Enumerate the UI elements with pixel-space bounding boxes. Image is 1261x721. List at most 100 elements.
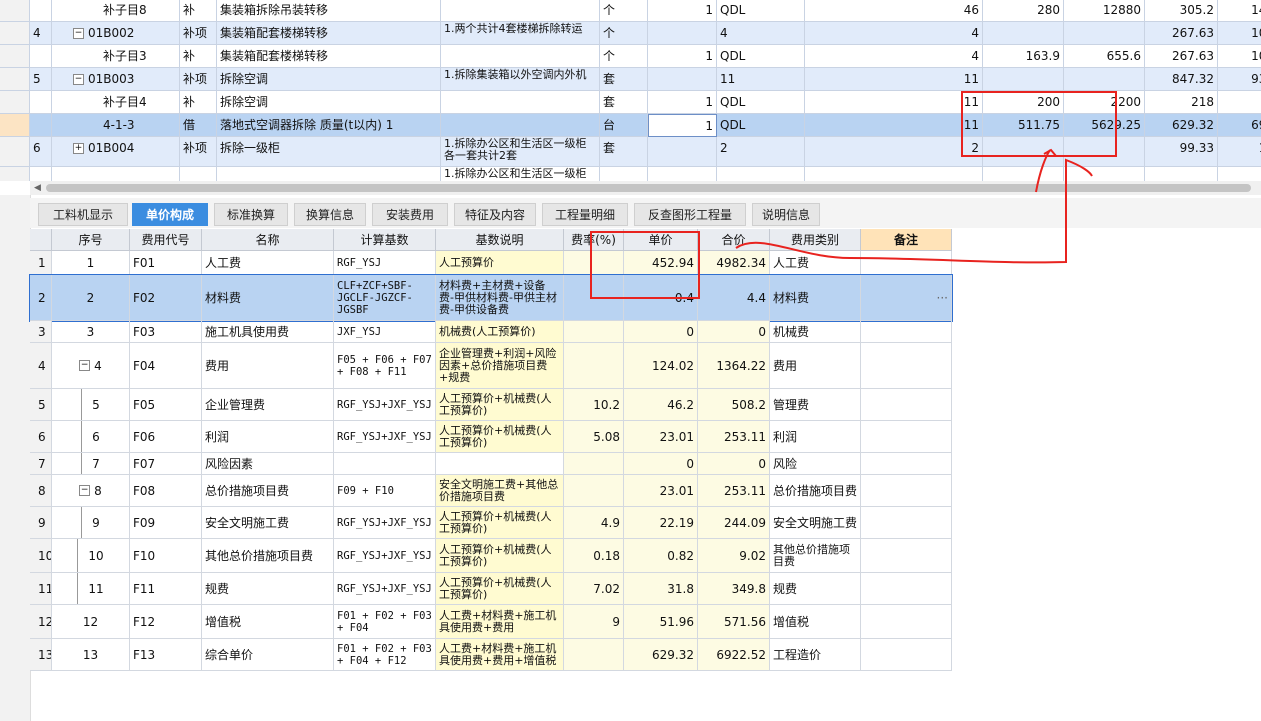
cell-code[interactable]: F06: [130, 421, 202, 453]
cell-total[interactable]: 4982.34: [698, 251, 770, 275]
cell-desc[interactable]: 人工预算价+机械费(人工预算价): [436, 421, 564, 453]
price-row[interactable]: 13 13 F13 综合单价 F01 + F02 + F03 + F04 + F12 人工…: [30, 639, 952, 671]
cell-code[interactable]: F03: [130, 321, 202, 343]
cell-seq[interactable]: 12: [52, 605, 130, 639]
cell-total[interactable]: 1364.22: [698, 343, 770, 389]
top-cell-total[interactable]: [1064, 137, 1145, 167]
tab-5[interactable]: 安装费用: [372, 203, 448, 226]
cell-name[interactable]: 风险因素: [202, 453, 334, 475]
cell-name[interactable]: 施工机具使用费: [202, 321, 334, 343]
top-cell-total[interactable]: [1064, 22, 1145, 45]
cell-seq[interactable]: 13: [52, 639, 130, 671]
cell-base[interactable]: F05 + F06 + F07 + F08 + F11: [334, 343, 436, 389]
price-row[interactable]: 10 10 F10 其他总价措施项目费 RGF_YSJ+JXF_YSJ 人工预算价+机械费…: [30, 539, 952, 573]
top-cell-price[interactable]: [983, 137, 1064, 167]
cell-code[interactable]: F13: [130, 639, 202, 671]
top-cell-name[interactable]: 落地式空调器拆除 质量(t以内) 1: [217, 114, 441, 137]
cell-total[interactable]: 0: [698, 321, 770, 343]
cell-rate[interactable]: 4.9: [564, 507, 624, 539]
cell-unit-price[interactable]: 629.32: [624, 639, 698, 671]
cell-idx[interactable]: 2: [30, 275, 52, 321]
top-row[interactable]: 1.拆除办公区和生活区一级柜: [0, 167, 1261, 181]
top-cell-price[interactable]: [983, 68, 1064, 91]
top-cell-tp[interactable]: 140: [1218, 0, 1261, 22]
top-cell-name[interactable]: 拆除一级柜: [217, 137, 441, 167]
cell-cat[interactable]: 人工费: [770, 251, 861, 275]
top-cell-name[interactable]: 拆除空调: [217, 68, 441, 91]
column-header-2[interactable]: 费用代号: [130, 229, 202, 251]
price-row[interactable]: 12 12 F12 增值税 F01 + F02 + F03 + F04 人工费+材料费+施…: [30, 605, 952, 639]
top-cell-no[interactable]: [30, 167, 52, 181]
top-cell-desc[interactable]: [441, 45, 600, 68]
cell-seq[interactable]: 11: [52, 573, 130, 605]
expand-icon[interactable]: +: [73, 143, 84, 154]
cell-idx[interactable]: 1: [30, 251, 52, 275]
top-cell-unit[interactable]: 个: [600, 0, 648, 22]
horizontal-scrollbar[interactable]: ◀: [30, 181, 1261, 195]
top-cell-qty[interactable]: 1: [648, 91, 717, 114]
tab-3[interactable]: 标准换算: [214, 203, 288, 226]
cell-base[interactable]: RGF_YSJ: [334, 251, 436, 275]
top-cell-qty[interactable]: 1: [648, 0, 717, 22]
column-header-4[interactable]: 计算基数: [334, 229, 436, 251]
top-cell-desc[interactable]: 1.拆除集装箱以外空调内外机: [441, 68, 600, 91]
cell-note[interactable]: [861, 389, 952, 421]
cell-unit-price[interactable]: 31.8: [624, 573, 698, 605]
top-cell-unit[interactable]: 个: [600, 22, 648, 45]
tab-4[interactable]: 换算信息: [294, 203, 366, 226]
cell-unit-price[interactable]: 452.94: [624, 251, 698, 275]
cell-cat[interactable]: 风险: [770, 453, 861, 475]
cell-seq[interactable]: 3: [52, 321, 130, 343]
cell-idx[interactable]: 3: [30, 321, 52, 343]
collapse-icon[interactable]: −: [79, 485, 91, 496]
cell-note[interactable]: [861, 639, 952, 671]
top-cell-expr[interactable]: QDL: [717, 114, 805, 137]
top-cell-q2[interactable]: 4: [805, 22, 983, 45]
cell-desc[interactable]: [436, 453, 564, 475]
top-cell-total[interactable]: [1064, 167, 1145, 181]
column-header-6[interactable]: 费率(%): [564, 229, 624, 251]
cell-rate[interactable]: [564, 321, 624, 343]
top-cell-code[interactable]: −01B003: [52, 68, 180, 91]
top-cell-up[interactable]: 99.33: [1145, 137, 1218, 167]
cell-unit-price[interactable]: 0.4: [624, 275, 698, 321]
top-cell-code[interactable]: 4-1-3: [52, 114, 180, 137]
top-cell-unit[interactable]: 套: [600, 91, 648, 114]
top-cell-up[interactable]: 305.2: [1145, 0, 1218, 22]
price-row[interactable]: 9 9 F09 安全文明施工费 RGF_YSJ+JXF_YSJ 人工预算价+机械费(人工预…: [30, 507, 952, 539]
price-row[interactable]: 3 3 F03 施工机具使用费 JXF_YSJ 机械费(人工预算价) 0 0 机械费: [30, 321, 952, 343]
top-cell-code[interactable]: −01B002: [52, 22, 180, 45]
cell-unit-price[interactable]: 0.82: [624, 539, 698, 573]
cell-unit-price[interactable]: 46.2: [624, 389, 698, 421]
top-cell-price[interactable]: 163.9: [983, 45, 1064, 68]
top-cell-expr[interactable]: 4: [717, 22, 805, 45]
cell-idx[interactable]: 9: [30, 507, 52, 539]
cell-cat[interactable]: 机械费: [770, 321, 861, 343]
top-cell-qty[interactable]: [648, 167, 717, 181]
top-cell-type[interactable]: 补: [180, 91, 217, 114]
cell-cat[interactable]: 费用: [770, 343, 861, 389]
cell-name[interactable]: 安全文明施工费: [202, 507, 334, 539]
top-cell-type[interactable]: 补项: [180, 22, 217, 45]
top-cell-unit[interactable]: 套: [600, 137, 648, 167]
top-cell-tp[interactable]: [1218, 91, 1261, 114]
cell-unit-price[interactable]: 0: [624, 321, 698, 343]
cell-code[interactable]: F08: [130, 475, 202, 507]
price-row[interactable]: 8−8 F08 总价措施项目费 F09 + F10 安全文明施工费+其他总价措施项目费 2…: [30, 475, 952, 507]
cell-code[interactable]: F05: [130, 389, 202, 421]
price-row[interactable]: 1 1 F01 人工费 RGF_YSJ 人工预算价 452.94 4982.34 人工费: [30, 251, 952, 275]
cell-desc[interactable]: 人工费+材料费+施工机具使用费+费用: [436, 605, 564, 639]
top-row[interactable]: 补子目4 补 拆除空调 套 1 QDL 11 200 2200 218: [0, 91, 1261, 114]
top-cell-unit[interactable]: 个: [600, 45, 648, 68]
top-cell-tp[interactable]: [1218, 167, 1261, 181]
top-cell-total[interactable]: 5629.25: [1064, 114, 1145, 137]
cell-desc[interactable]: 机械费(人工预算价): [436, 321, 564, 343]
top-cell-expr[interactable]: [717, 167, 805, 181]
top-cell-name[interactable]: 集装箱配套楼梯转移: [217, 22, 441, 45]
top-cell-price[interactable]: 200: [983, 91, 1064, 114]
cell-unit-price[interactable]: 51.96: [624, 605, 698, 639]
top-cell-tp[interactable]: 19: [1218, 137, 1261, 167]
top-cell-name[interactable]: 集装箱配套楼梯转移: [217, 45, 441, 68]
top-cell-expr[interactable]: QDL: [717, 0, 805, 22]
top-row[interactable]: 5−01B003 补项 拆除空调 1.拆除集装箱以外空调内外机套 11 11 847.32 9…: [0, 68, 1261, 91]
